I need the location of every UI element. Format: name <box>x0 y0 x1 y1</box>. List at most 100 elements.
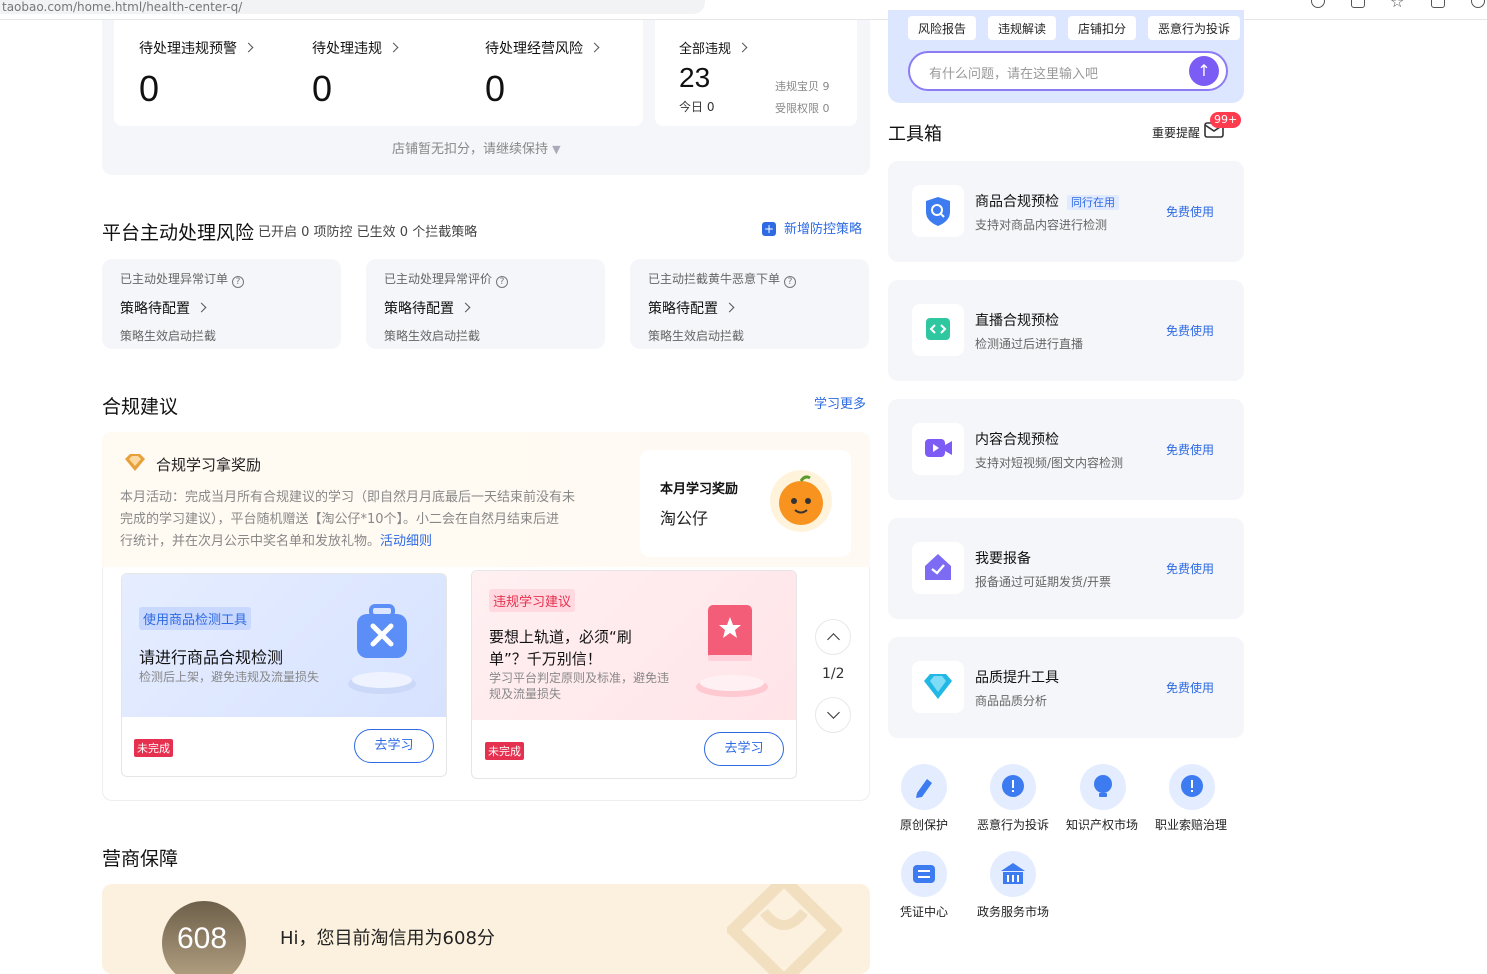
tool-card-product-check[interactable]: 商品合规预检 同行在用 支持对商品内容进行检测 免费使用 <box>888 161 1244 262</box>
assistant-input[interactable]: 有什么问题，请在这里输入吧 <box>908 51 1228 91</box>
risk-card-reviews[interactable]: 已主动处理异常评价? 策略待配置 策略生效启动拦截 <box>366 259 605 349</box>
restricted-count: 受限权限 0 <box>775 102 830 115</box>
tool-name: 我要报备 <box>975 551 1031 567</box>
compliance-title: 合规建议 <box>102 396 179 418</box>
chevron-right-icon <box>388 42 399 53</box>
tool-desc: 支持对商品内容进行检测 <box>975 218 1108 232</box>
risk-card-label: 已主动处理异常订单 <box>120 272 229 286</box>
all-violations-label: 全部违规 <box>679 42 732 57</box>
study-card-product-check[interactable]: 使用商品检测工具 请进行商品合规检测 检测后上架，避免违规及流量损失 未完成 去… <box>121 573 447 777</box>
deduction-note[interactable]: 店铺暂无扣分，请继续保持 ▼ <box>392 138 561 157</box>
quick-question-tag[interactable]: 恶意行为投诉 <box>1148 16 1241 40</box>
service-label[interactable]: 凭证中心 <box>900 903 948 920</box>
service-label[interactable]: 知识产权市场 <box>1066 816 1138 833</box>
tool-card-live-check[interactable]: 直播合规预检 检测通过后进行直播 免费使用 <box>888 280 1244 381</box>
ip-market-icon[interactable] <box>1080 764 1126 810</box>
tool-desc: 支持对短视频/图文内容检测 <box>975 456 1124 470</box>
address-bar[interactable]: taobao.com/home.html/health-center-q/ <box>0 0 705 14</box>
chevron-right-icon <box>460 302 471 313</box>
service-label[interactable]: 政务服务市场 <box>977 903 1049 920</box>
arrow-up-icon: ↑ <box>1197 61 1211 80</box>
study-tag: 使用商品检测工具 <box>139 607 252 630</box>
profile-icon[interactable] <box>1471 0 1485 8</box>
tool-desc: 检测通过后进行直播 <box>975 337 1084 351</box>
quick-question-tag[interactable]: 店铺扣分 <box>1068 16 1137 40</box>
chevron-right-icon <box>724 302 735 313</box>
history-icon[interactable] <box>1311 0 1325 8</box>
risk-card-orders[interactable]: 已主动处理异常订单? 策略待配置 策略生效启动拦截 <box>102 259 341 349</box>
peer-usage-badge: 同行在用 <box>1067 195 1119 210</box>
free-use-button[interactable]: 免费使用 <box>1166 203 1214 220</box>
tool-name: 直播合规预检 <box>975 313 1059 329</box>
plus-icon: + <box>762 222 776 236</box>
all-violations-value: 23 <box>679 62 711 93</box>
notice-label: 重要提醒 <box>1152 126 1201 140</box>
claim-governance-icon[interactable] <box>1169 764 1215 810</box>
star-icon[interactable]: ☆ <box>1390 0 1404 11</box>
browser-toolbar: taobao.com/home.html/health-center-q/ ☆ <box>0 0 1487 20</box>
add-strategy-link[interactable]: + 新增防控策略 <box>762 218 862 237</box>
study-card-fake-orders[interactable]: 违规学习建议 要想上轨道，必须“刷 单”？千万别信！ 学习平台判定原则及标准，避… <box>471 570 797 779</box>
tool-card-report[interactable]: 我要报备 报备通过可延期发货/开票 免费使用 <box>888 518 1244 619</box>
learn-more-link[interactable]: 学习更多 <box>814 393 866 412</box>
extension-icon[interactable] <box>1351 0 1365 8</box>
free-use-button[interactable]: 免费使用 <box>1166 560 1214 577</box>
study-desc: 检测后上架，避免违规及流量损失 <box>139 670 320 684</box>
deduction-note-text: 店铺暂无扣分，请继续保持 <box>392 142 549 157</box>
banner-text-line: 本月活动：完成当月所有合规建议的学习（即自然月月底最后一天结束前没有未 <box>120 490 576 505</box>
tool-card-content-check[interactable]: 内容合规预检 支持对短视频/图文内容检测 免费使用 <box>888 399 1244 500</box>
study-desc: 规及流量损失 <box>489 687 562 701</box>
download-icon[interactable] <box>1431 0 1445 8</box>
voucher-center-icon[interactable] <box>901 851 947 897</box>
study-desc: 学习平台判定原则及标准，避免违 <box>489 671 670 685</box>
book-illustration-icon <box>694 599 770 699</box>
quick-question-tag[interactable]: 风险报告 <box>908 16 977 40</box>
help-icon[interactable]: ? <box>496 276 509 288</box>
quick-question-tag[interactable]: 违规解读 <box>988 16 1057 40</box>
service-label[interactable]: 原创保护 <box>900 816 948 833</box>
platform-risk-subtitle: 已开启 0 项防控 已生效 0 个拦截策略 <box>258 225 478 240</box>
risk-card-label: 已主动拦截黄牛恶意下单 <box>648 272 781 286</box>
tool-card-quality[interactable]: 品质提升工具 商品品质分析 免费使用 <box>888 637 1244 738</box>
pending-violation-value: 0 <box>312 68 333 109</box>
risk-card-scalpers[interactable]: 已主动拦截黄牛恶意下单? 策略待配置 策略生效启动拦截 <box>630 259 869 349</box>
pager-indicator: 1/2 <box>822 666 845 682</box>
tool-name: 内容合规预检 <box>975 432 1059 448</box>
service-label[interactable]: 恶意行为投诉 <box>977 816 1049 833</box>
notice-count-badge: 99+ <box>1210 112 1242 128</box>
credit-score-value: 608 <box>177 922 228 955</box>
original-protection-icon[interactable] <box>901 764 947 810</box>
chevron-right-icon <box>737 42 748 53</box>
help-icon[interactable]: ? <box>784 276 797 288</box>
code-icon <box>912 304 964 356</box>
government-services-icon[interactable] <box>990 851 1036 897</box>
report-icon <box>912 542 964 594</box>
pending-warning-stat[interactable]: 待处理违规预警 0 <box>139 38 254 110</box>
risk-card-status: 策略待配置 <box>120 301 190 317</box>
study-tag: 违规学习建议 <box>489 589 576 612</box>
monthly-reward-card: 本月学习奖励 淘公仔 <box>640 450 851 557</box>
study-title: 请进行商品合规检测 <box>139 648 284 667</box>
activity-rules-link[interactable]: 活动细则 <box>380 534 432 549</box>
pending-violation-stat[interactable]: 待处理违规 0 <box>312 38 399 110</box>
all-violations-card[interactable]: 全部违规 23 今日 0 违规宝贝 9 受限权限 0 <box>655 20 857 126</box>
service-label[interactable]: 职业索赔治理 <box>1155 816 1227 833</box>
help-icon[interactable]: ? <box>232 276 245 288</box>
send-button[interactable]: ↑ <box>1189 56 1219 86</box>
go-study-button[interactable]: 去学习 <box>354 729 434 763</box>
free-use-button[interactable]: 免费使用 <box>1166 679 1214 696</box>
chevron-up-icon <box>827 633 840 646</box>
scroll-up-button[interactable] <box>815 619 851 655</box>
go-study-button[interactable]: 去学习 <box>704 732 784 766</box>
scroll-down-button[interactable] <box>815 697 851 733</box>
decorative-shield-icon <box>724 884 844 974</box>
free-use-button[interactable]: 免费使用 <box>1166 441 1214 458</box>
important-notice-link[interactable]: 重要提醒 <box>1152 124 1200 141</box>
reward-label: 本月学习奖励 <box>660 482 739 497</box>
pending-risk-stat[interactable]: 待处理经营风险 0 <box>485 38 600 110</box>
study-title: 要想上轨道，必须“刷 <box>489 628 632 646</box>
pending-risk-value: 0 <box>485 68 506 109</box>
free-use-button[interactable]: 免费使用 <box>1166 322 1214 339</box>
tool-desc: 商品品质分析 <box>975 694 1048 708</box>
complaint-icon[interactable] <box>990 764 1036 810</box>
